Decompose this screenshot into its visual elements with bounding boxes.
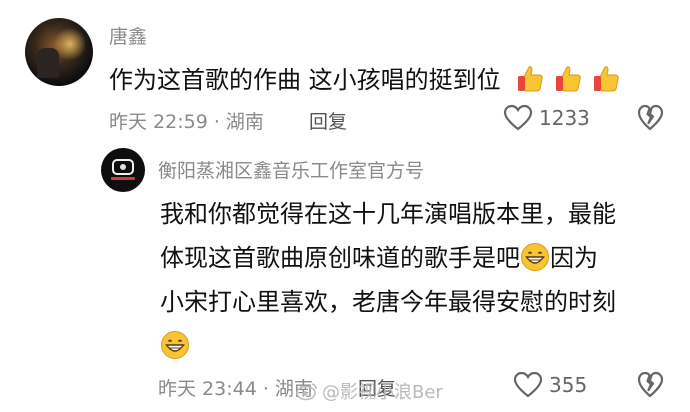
watermark: @影视小浪Ber xyxy=(296,378,443,404)
reply-username[interactable]: 衡阳蒸湘区鑫音乐工作室官方号 xyxy=(158,156,424,183)
reply-line: 我和你都觉得在这十几年演唱版本里，最能 xyxy=(160,200,616,228)
reply-line-segment: 因为 xyxy=(550,244,598,272)
comment-meta: 昨天 22:59 · 湖南 xyxy=(109,107,264,134)
grinning-face-icon xyxy=(521,243,549,271)
thumbs-up-icon xyxy=(555,65,581,91)
comment-text: 作为这首歌的作曲 这小孩唱的挺到位 xyxy=(109,66,501,94)
reply-avatar[interactable] xyxy=(101,148,145,192)
heart-icon xyxy=(503,104,533,131)
like-count: 1233 xyxy=(539,106,590,130)
meta-separator: · xyxy=(207,111,226,133)
avatar-figure xyxy=(37,48,59,78)
reply-line: 小宋打心里喜欢，老唐今年最得安慰的时刻 xyxy=(160,288,616,316)
heart-icon xyxy=(513,371,543,398)
reply-meta: 昨天 23:44 · 湖南 xyxy=(158,374,313,401)
reply-line: 体现这首歌曲原创味道的歌手是吧 因为 xyxy=(160,236,616,280)
emoji-group xyxy=(515,63,621,93)
reply-line-segment: 体现这首歌曲原创味道的歌手是吧 xyxy=(160,244,520,272)
watermark-text: @影视小浪Ber xyxy=(322,382,443,403)
comment-location: 湖南 xyxy=(225,111,264,133)
studio-logo-icon xyxy=(111,159,135,180)
thumbs-up-icon xyxy=(593,65,619,91)
like-count: 355 xyxy=(549,373,588,397)
reply-line xyxy=(160,324,616,368)
like-button[interactable]: 1233 xyxy=(503,104,590,132)
comment-body: 作为这首歌的作曲 这小孩唱的挺到位 xyxy=(109,60,621,95)
reply-body: 我和你都觉得在这十几年演唱版本里，最能 体现这首歌曲原创味道的歌手是吧 因为 小宋… xyxy=(160,192,616,368)
dislike-icon[interactable] xyxy=(637,371,663,399)
avatar-light xyxy=(55,26,85,62)
grinning-face-icon xyxy=(161,331,189,359)
avatar[interactable] xyxy=(25,18,93,86)
weibo-logo-icon xyxy=(296,383,317,401)
reply-time: 昨天 23:44 xyxy=(158,378,257,400)
comment-time: 昨天 22:59 xyxy=(109,111,208,133)
meta-separator: · xyxy=(256,378,275,400)
comment-username[interactable]: 唐鑫 xyxy=(109,22,147,49)
dislike-icon[interactable] xyxy=(637,104,663,132)
thumbs-up-icon xyxy=(517,65,543,91)
reply-button[interactable]: 回复 xyxy=(309,107,347,134)
like-button[interactable]: 355 xyxy=(513,371,587,399)
